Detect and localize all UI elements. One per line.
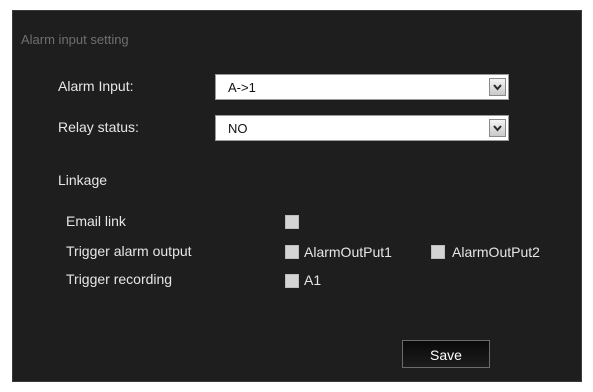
alarm-output-2-checkbox[interactable] <box>431 245 445 259</box>
alarm-input-dropdown-button[interactable] <box>489 78 506 96</box>
chevron-down-icon <box>493 84 502 91</box>
chevron-down-icon <box>493 125 502 132</box>
section-title: Alarm input setting <box>21 32 129 47</box>
email-link-checkbox[interactable] <box>285 215 299 229</box>
alarm-output-1-checkbox[interactable] <box>285 245 299 259</box>
linkage-heading: Linkage <box>58 172 108 188</box>
alarm-input-panel: Alarm input setting Alarm Input: A->1 Re… <box>12 10 582 382</box>
save-button[interactable]: Save <box>402 340 490 368</box>
alarm-input-value: A->1 <box>228 80 256 95</box>
relay-status-select[interactable]: NO <box>215 115 509 141</box>
relay-status-label: Relay status: <box>58 119 139 135</box>
email-link-label: Email link <box>66 213 126 229</box>
recording-a1-checkbox[interactable] <box>285 274 299 288</box>
relay-status-value: NO <box>228 121 248 136</box>
alarm-output-2-label: AlarmOutPut2 <box>452 244 540 260</box>
alarm-input-label: Alarm Input: <box>58 78 134 94</box>
relay-status-dropdown-button[interactable] <box>489 119 506 137</box>
alarm-input-select[interactable]: A->1 <box>215 74 509 100</box>
recording-a1-label: A1 <box>304 272 322 288</box>
alarm-output-1-label: AlarmOutPut1 <box>304 244 392 260</box>
trigger-recording-label: Trigger recording <box>66 271 173 287</box>
trigger-alarm-output-label: Trigger alarm output <box>66 243 192 259</box>
